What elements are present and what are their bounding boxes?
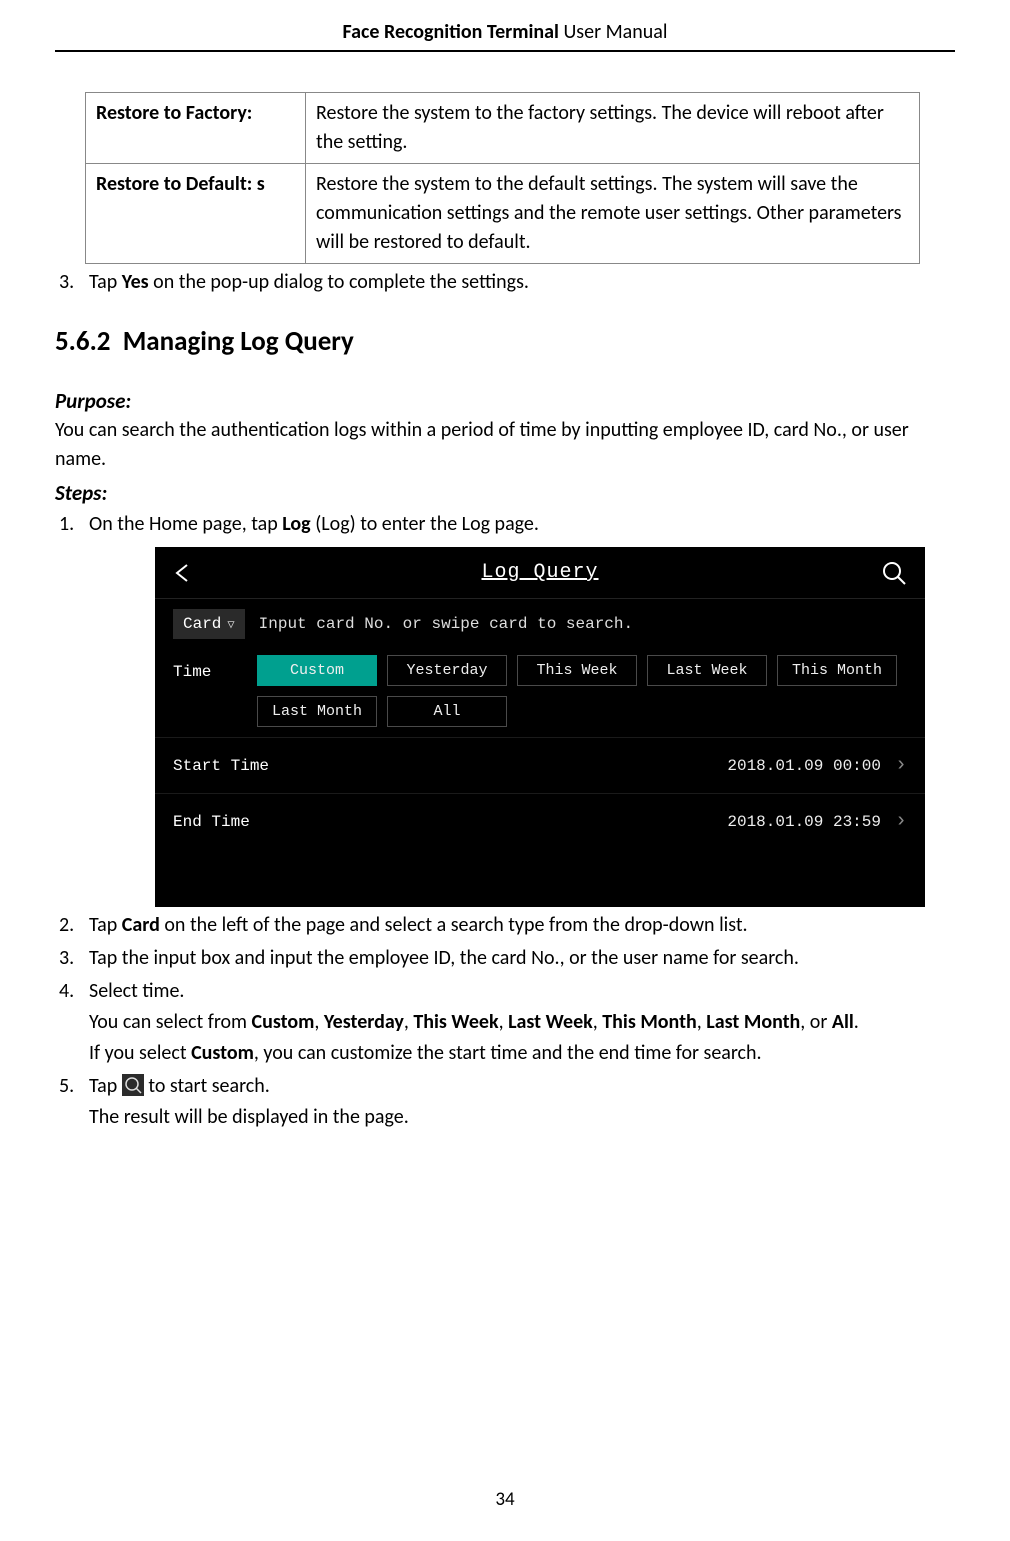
restore-factory-desc: Restore the system to the factory settin… xyxy=(306,93,920,164)
section-heading: 5.6.2 Managing Log Query xyxy=(55,325,955,358)
screenshot-title: Log Query xyxy=(199,561,881,584)
list-item-3-top: 3. Tap Yes on the pop-up dialog to compl… xyxy=(55,268,955,297)
step5-sub: The result will be displayed in the page… xyxy=(89,1103,955,1132)
header-title-bold: Face Recognition Terminal xyxy=(343,20,559,44)
purpose-label: Purpose: xyxy=(55,388,955,414)
time-label: Time xyxy=(173,655,243,681)
start-time-label: Start Time xyxy=(173,757,269,775)
list-item-2: 2. Tap Card on the left of the page and … xyxy=(55,911,955,940)
list-item-4: 4. Select time. xyxy=(55,977,955,1006)
time-chip-custom[interactable]: Custom xyxy=(257,655,377,686)
purpose-text: You can search the authentication logs w… xyxy=(55,416,955,474)
search-icon[interactable] xyxy=(881,560,907,586)
page-number: 34 xyxy=(0,1488,1010,1511)
restore-factory-label: Restore to Factory: xyxy=(86,93,306,164)
log-query-screenshot: Log Query Card ▽ Input card No. or swipe… xyxy=(155,547,925,907)
restore-default-label: Restore to Default: s xyxy=(86,164,306,264)
chevron-right-icon: › xyxy=(895,754,907,777)
step4-sub1: You can select from Custom, Yesterday, T… xyxy=(89,1008,955,1037)
steps-label: Steps: xyxy=(55,480,955,506)
header-title-rest: User Manual xyxy=(559,20,668,44)
chevron-down-icon: ▽ xyxy=(227,617,234,632)
list-item-5: 5. Tap to start search. xyxy=(55,1072,955,1101)
end-time-value: 2018.01.09 23:59 xyxy=(727,813,881,831)
step4-sub2: If you select Custom, you can customize … xyxy=(89,1039,955,1068)
time-chip-last-week[interactable]: Last Week xyxy=(647,655,767,686)
time-chip-all[interactable]: All xyxy=(387,696,507,727)
restore-default-desc: Restore the system to the default settin… xyxy=(306,164,920,264)
start-time-field[interactable]: Start Time 2018.01.09 00:00 › xyxy=(155,737,925,793)
list-item-1: 1. On the Home page, tap Log (Log) to en… xyxy=(55,510,955,539)
time-filter-row: Time Custom Yesterday This Week Last Week Th… xyxy=(155,649,925,737)
end-time-field[interactable]: End Time 2018.01.09 23:59 › xyxy=(155,793,925,849)
search-input[interactable]: Input card No. or swipe card to search. xyxy=(259,615,633,633)
restore-table: Restore to Factory: Restore the system t… xyxy=(85,92,920,264)
time-chip-yesterday[interactable]: Yesterday xyxy=(387,655,507,686)
time-chips: Custom Yesterday This Week Last Week This Mo… xyxy=(257,655,907,727)
back-arrow-icon[interactable] xyxy=(173,563,199,583)
time-chip-this-month[interactable]: This Month xyxy=(777,655,897,686)
search-type-dropdown[interactable]: Card ▽ xyxy=(173,609,245,639)
search-icon xyxy=(122,1074,144,1096)
search-row: Card ▽ Input card No. or swipe card to s… xyxy=(155,599,925,649)
table-row: Restore to Factory: Restore the system t… xyxy=(86,93,920,164)
time-chip-last-month[interactable]: Last Month xyxy=(257,696,377,727)
page-header: Face Recognition Terminal User Manual xyxy=(55,20,955,52)
chevron-right-icon: › xyxy=(895,810,907,833)
list-item-3: 3. Tap the input box and input the emplo… xyxy=(55,944,955,973)
start-time-value: 2018.01.09 00:00 xyxy=(727,757,881,775)
end-time-label: End Time xyxy=(173,813,250,831)
screenshot-header: Log Query xyxy=(155,547,925,599)
table-row: Restore to Default: s Restore the system… xyxy=(86,164,920,264)
time-chip-this-week[interactable]: This Week xyxy=(517,655,637,686)
